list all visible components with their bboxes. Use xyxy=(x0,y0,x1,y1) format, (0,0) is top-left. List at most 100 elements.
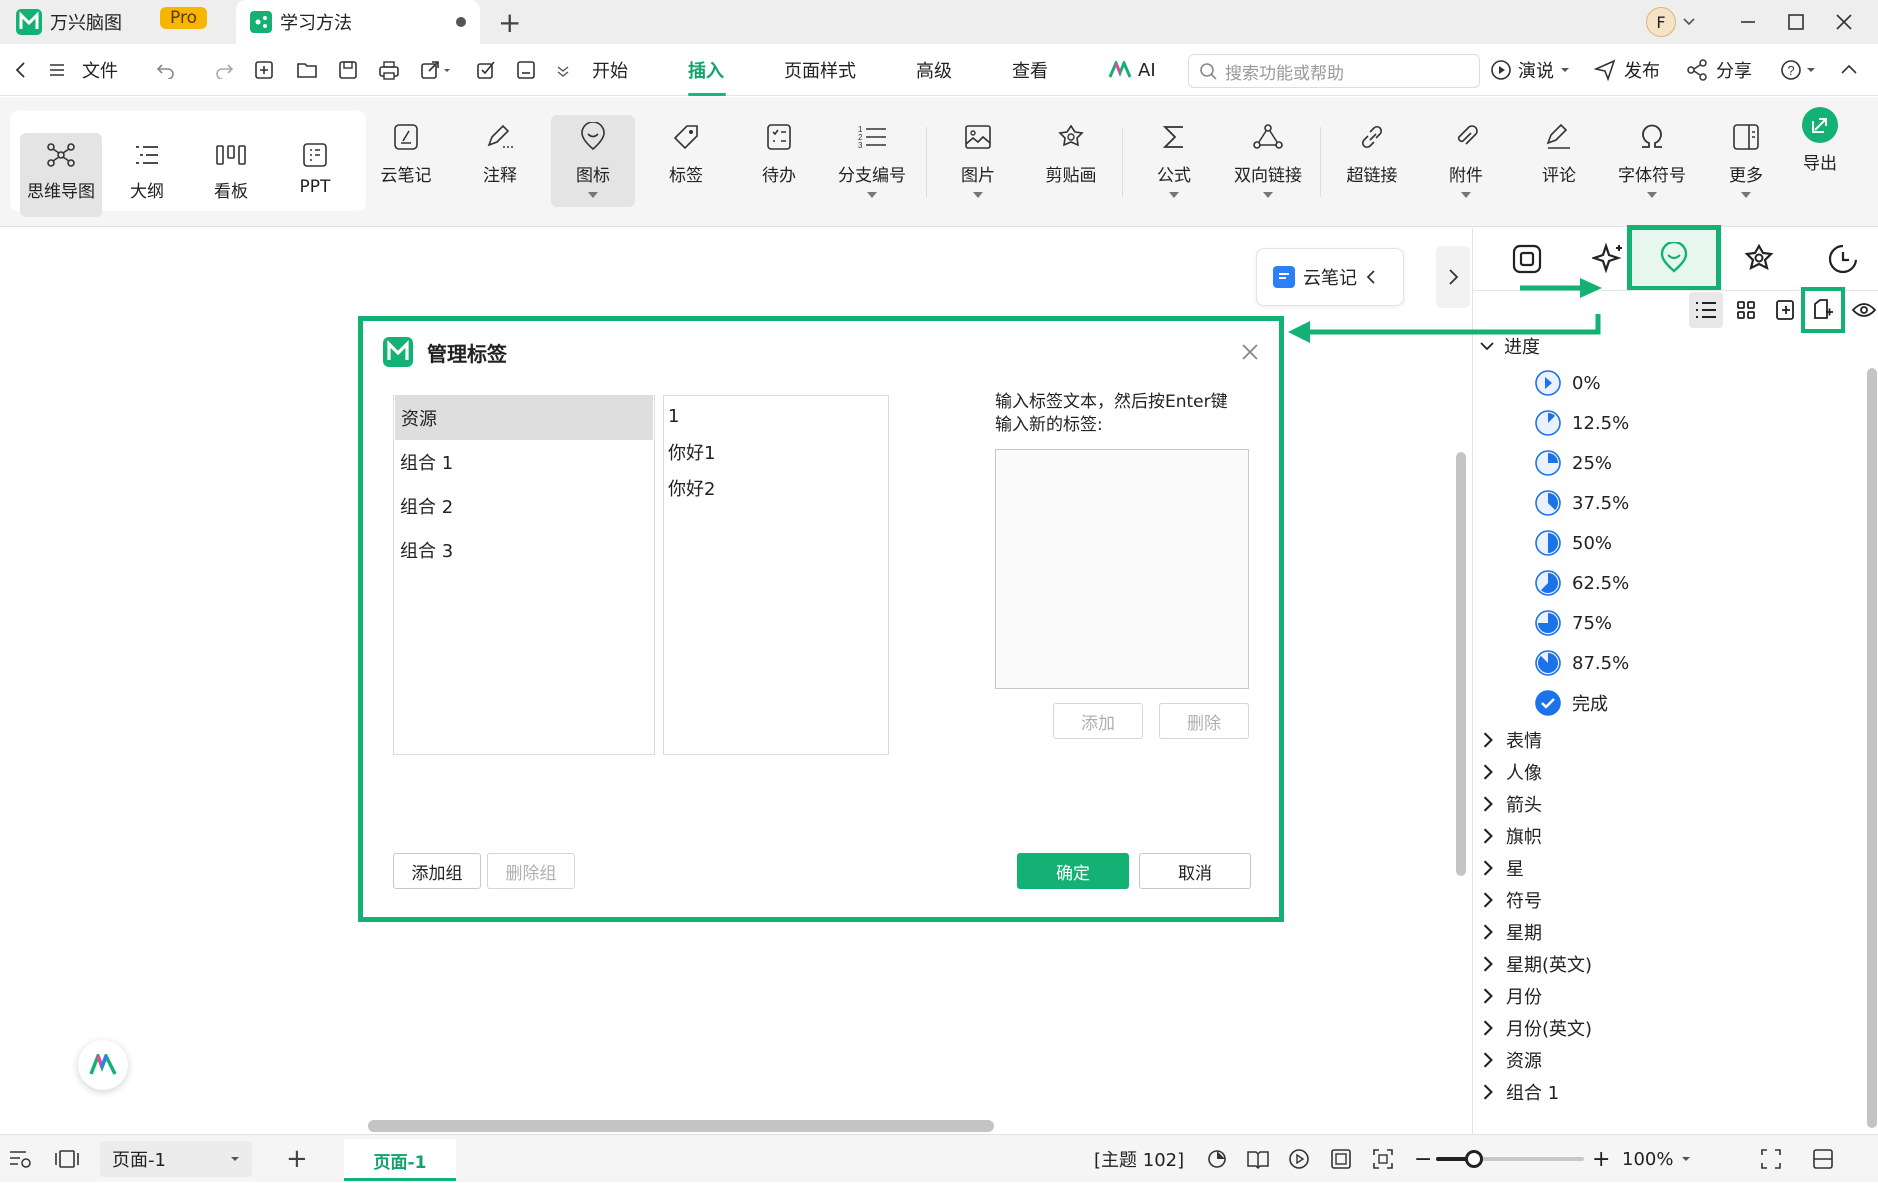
canvas-horizontal-scrollbar[interactable] xyxy=(368,1120,994,1132)
tree-group-item[interactable]: 旗帜 xyxy=(1480,820,1542,852)
present-button[interactable]: 演说 xyxy=(1490,44,1570,96)
tree-group-item[interactable]: 星期(英文) xyxy=(1480,948,1592,980)
group-item-0[interactable]: 资源 xyxy=(395,396,653,440)
progress-icon-item[interactable]: 75% xyxy=(1534,604,1612,642)
tree-group-item[interactable]: 表情 xyxy=(1480,724,1542,756)
ai-assistant-button[interactable] xyxy=(78,1040,128,1090)
group-item-3[interactable]: 组合 3 xyxy=(394,528,654,572)
zoom-out-button[interactable]: − xyxy=(1414,1135,1432,1183)
back-icon[interactable] xyxy=(12,44,30,96)
branch-numbering-tool[interactable]: 123 分支编号 xyxy=(830,115,914,207)
hamburger-menu-icon[interactable] xyxy=(48,44,66,96)
maximize-icon[interactable] xyxy=(1782,8,1810,36)
export-tool[interactable]: 导出 xyxy=(1778,103,1862,195)
todo-tool[interactable]: 待办 xyxy=(737,115,821,207)
zoom-slider[interactable] xyxy=(1436,1150,1584,1168)
view-ppt-button[interactable]: PPT xyxy=(274,133,356,217)
export-menu-icon[interactable] xyxy=(420,44,452,96)
list-view-button[interactable] xyxy=(1689,292,1723,328)
canvas-vertical-scrollbar[interactable] xyxy=(1456,452,1466,876)
collapse-ribbon-icon[interactable] xyxy=(1840,44,1858,96)
redo-icon[interactable] xyxy=(212,44,234,96)
more-tool[interactable]: 更多 xyxy=(1704,115,1788,207)
hyperlink-tool[interactable]: 超链接 xyxy=(1330,115,1414,207)
menu-start[interactable]: 开始 xyxy=(592,44,628,96)
zoom-in-button[interactable]: + xyxy=(1592,1135,1610,1183)
close-window-icon[interactable] xyxy=(1830,8,1858,36)
menu-view[interactable]: 查看 xyxy=(1012,44,1048,96)
tree-group-item[interactable]: 星 xyxy=(1480,852,1524,884)
tree-group-item[interactable]: 符号 xyxy=(1480,884,1542,916)
menu-advanced[interactable]: 高级 xyxy=(916,44,952,96)
group-item-1[interactable]: 组合 1 xyxy=(394,440,654,484)
new-tab-button[interactable]: + xyxy=(498,6,521,39)
tree-group-item[interactable]: 人像 xyxy=(1480,756,1542,788)
user-avatar[interactable]: F xyxy=(1646,7,1676,37)
page-list-icon[interactable] xyxy=(8,1135,34,1183)
tag-item-1[interactable]: 你好1 xyxy=(664,434,888,470)
panel-tab-clipart[interactable] xyxy=(1715,228,1803,290)
share-button[interactable]: 分享 xyxy=(1686,44,1752,96)
toggle-panel-icon[interactable] xyxy=(1812,1135,1834,1183)
close-icon[interactable] xyxy=(1241,343,1259,361)
formula-tool[interactable]: 公式 xyxy=(1132,115,1216,207)
progress-icon-item[interactable]: 25% xyxy=(1534,444,1612,482)
fullscreen-icon[interactable] xyxy=(1760,1135,1782,1183)
add-tag-button[interactable]: 添加 xyxy=(1053,703,1143,739)
tag-tool[interactable]: 标签 xyxy=(644,115,728,207)
tree-group-item[interactable]: 星期 xyxy=(1480,916,1542,948)
view-mindmap-button[interactable]: 思维导图 xyxy=(20,133,102,217)
add-icon-button[interactable] xyxy=(1769,292,1803,328)
menu-ai[interactable]: AI xyxy=(1108,44,1156,96)
add-page-button[interactable]: + xyxy=(286,1135,308,1183)
manage-tags-button[interactable] xyxy=(1801,287,1845,333)
zoom-slider-thumb[interactable] xyxy=(1465,1150,1483,1168)
ok-button[interactable]: 确定 xyxy=(1017,853,1129,889)
comment-tool[interactable]: 评论 xyxy=(1517,115,1601,207)
tree-group-item[interactable]: 组合 1 xyxy=(1480,1076,1559,1108)
icon-tool[interactable]: 图标 xyxy=(551,115,635,207)
image-tool[interactable]: 图片 xyxy=(936,115,1020,207)
new-file-icon[interactable] xyxy=(254,44,274,96)
progress-icon-item[interactable]: 12.5% xyxy=(1534,404,1629,442)
page-tab-active[interactable]: 页面-1 xyxy=(344,1139,456,1181)
tree-group-item[interactable]: 月份(英文) xyxy=(1480,1012,1592,1044)
group-item-2[interactable]: 组合 2 xyxy=(394,484,654,528)
add-group-button[interactable]: 添加组 xyxy=(393,853,481,889)
search-input[interactable]: 搜索功能或帮助 xyxy=(1188,54,1480,88)
publish-button[interactable]: 发布 xyxy=(1594,44,1660,96)
tag-item-0[interactable]: 1 xyxy=(664,398,888,434)
panel-scrollbar[interactable] xyxy=(1867,368,1877,1128)
cancel-button[interactable]: 取消 xyxy=(1139,853,1251,889)
annotation-tool[interactable]: 注释 xyxy=(458,115,542,207)
tag-item-2[interactable]: 你好2 xyxy=(664,470,888,506)
theme-icon[interactable] xyxy=(1206,1135,1228,1183)
tree-group-item[interactable]: 月份 xyxy=(1480,980,1542,1012)
app-tab[interactable]: 万兴脑图 xyxy=(16,0,122,44)
cloud-note-tool[interactable]: 云笔记 xyxy=(364,115,448,207)
pro-badge[interactable]: Pro xyxy=(160,7,207,29)
menu-page-style[interactable]: 页面样式 xyxy=(784,44,856,96)
save-as-icon[interactable] xyxy=(516,44,538,96)
open-folder-icon[interactable] xyxy=(296,44,318,96)
tree-group-progress[interactable]: 进度 xyxy=(1480,330,1540,362)
progress-icon-item[interactable]: 0% xyxy=(1534,364,1601,402)
print-icon[interactable] xyxy=(378,44,400,96)
checkbox-icon[interactable] xyxy=(476,44,496,96)
attachment-tool[interactable]: 附件 xyxy=(1424,115,1508,207)
delete-tag-button[interactable]: 删除 xyxy=(1159,703,1249,739)
user-menu-chevron-icon[interactable] xyxy=(1682,14,1696,28)
undo-icon[interactable] xyxy=(156,44,178,96)
bidirectional-link-tool[interactable]: 双向链接 xyxy=(1226,115,1310,207)
grid-view-button[interactable] xyxy=(1729,292,1763,328)
slide-panel-icon[interactable] xyxy=(54,1135,80,1183)
minimize-icon[interactable] xyxy=(1734,8,1762,36)
tree-group-item[interactable]: 资源 xyxy=(1480,1044,1542,1076)
progress-icon-item[interactable]: 完成 xyxy=(1534,684,1608,722)
preview-button[interactable] xyxy=(1847,292,1878,328)
font-symbol-tool[interactable]: 字体符号 xyxy=(1610,115,1694,207)
progress-icon-item[interactable]: 87.5% xyxy=(1534,644,1629,682)
book-icon[interactable] xyxy=(1246,1135,1270,1183)
panel-tab-icons[interactable] xyxy=(1627,225,1721,291)
progress-icon-item[interactable]: 62.5% xyxy=(1534,564,1629,602)
